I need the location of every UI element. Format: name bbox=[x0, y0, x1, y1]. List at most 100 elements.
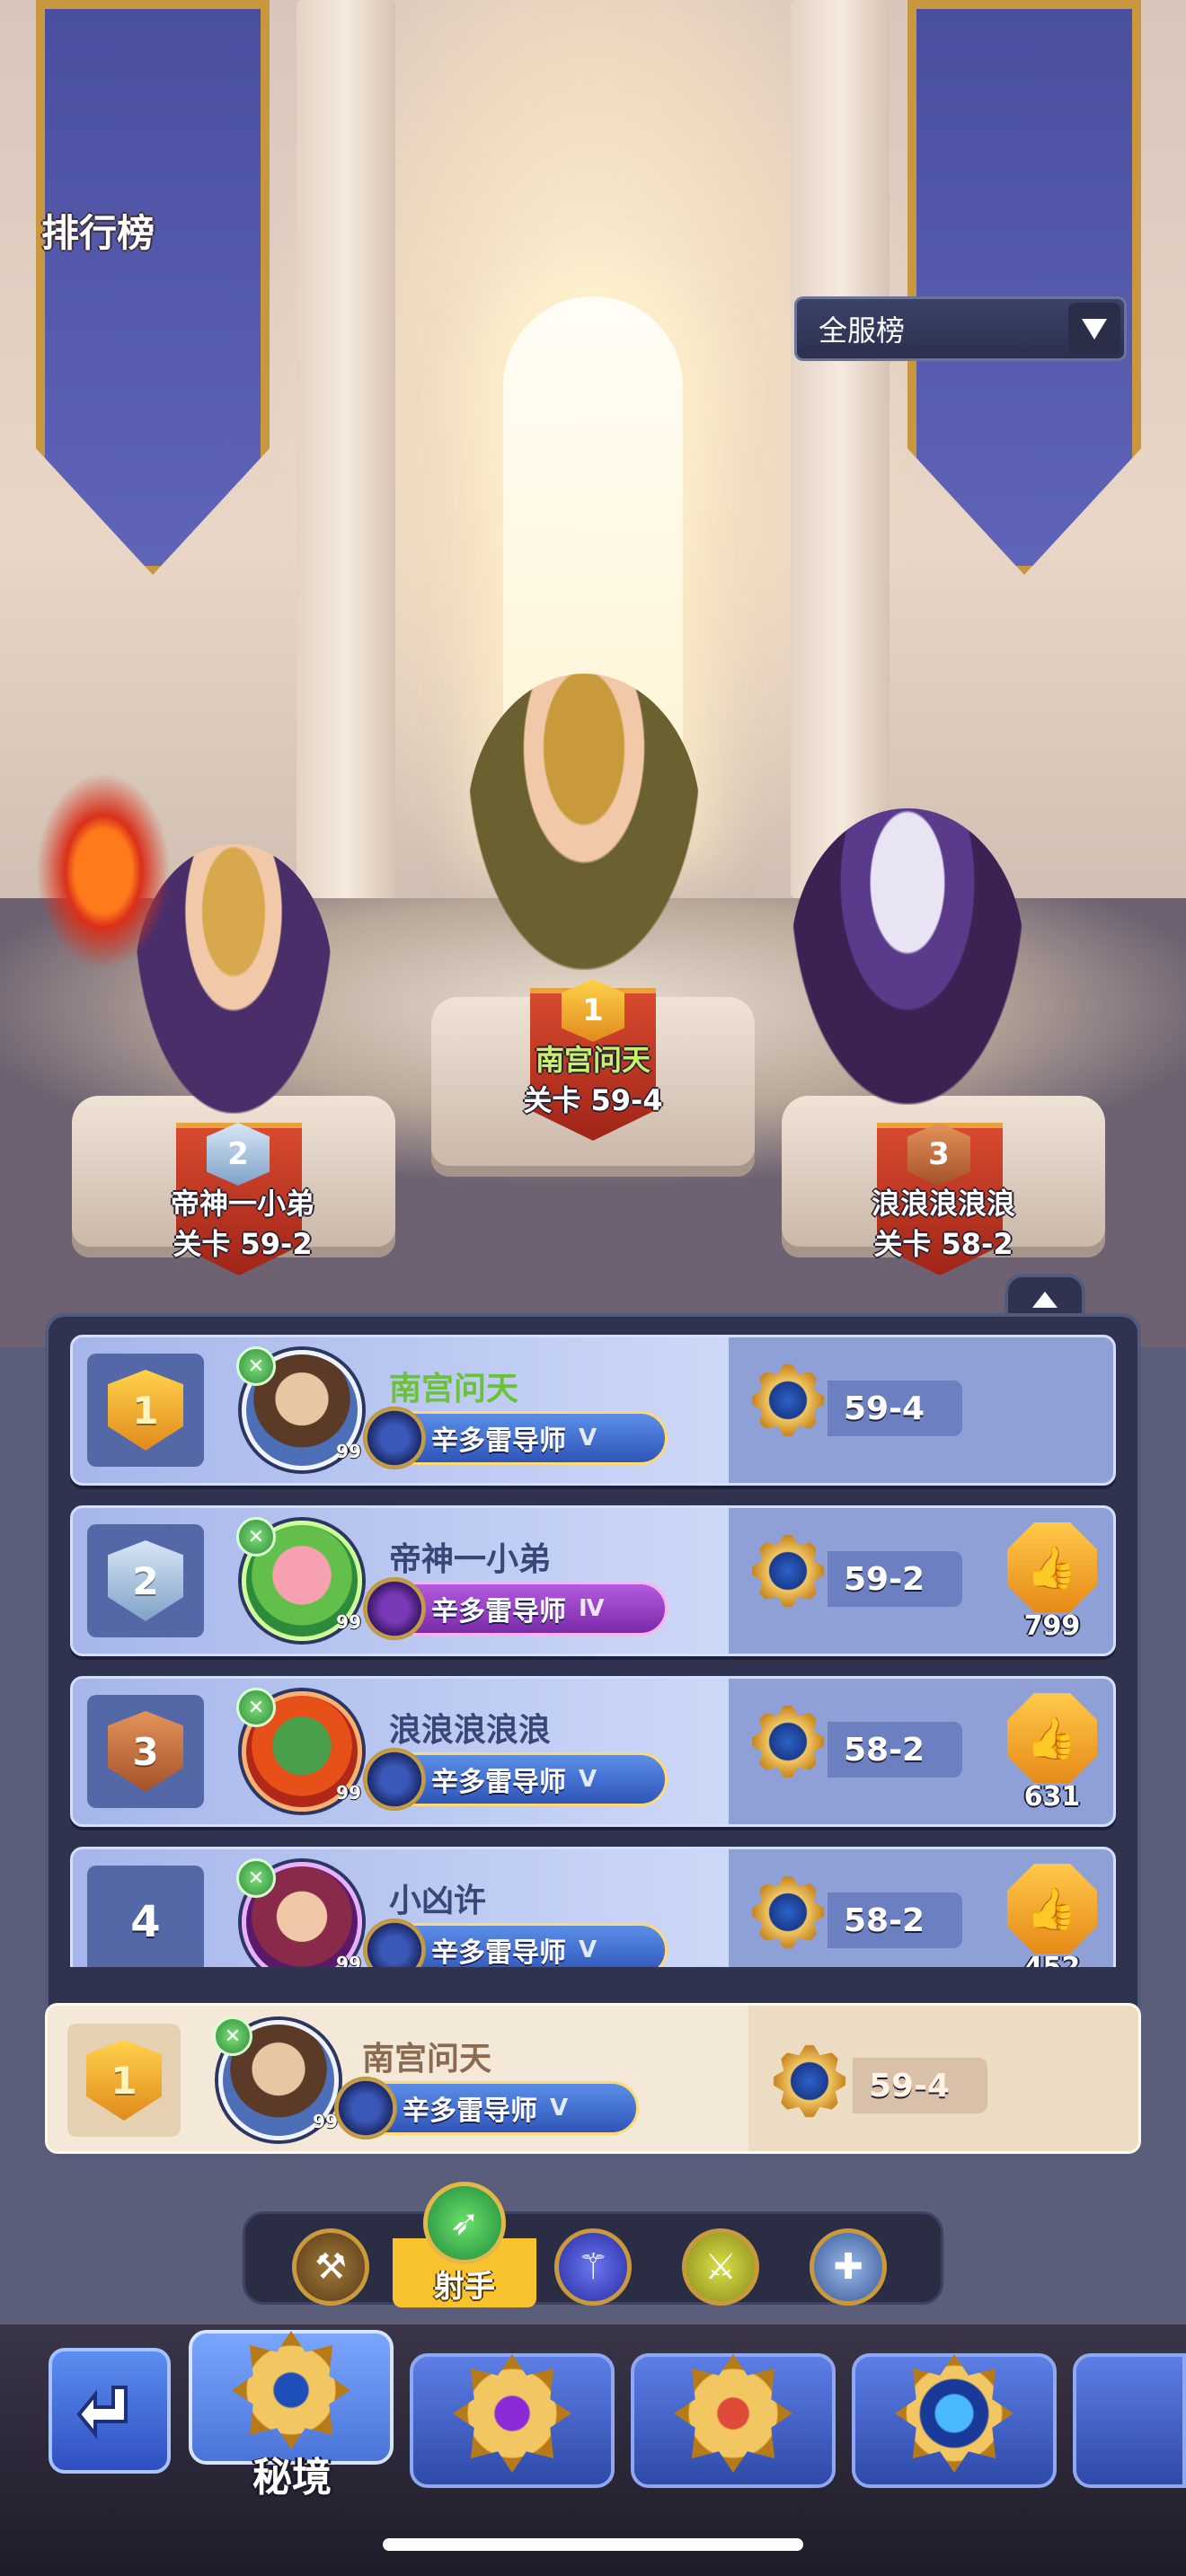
title-emblem-icon bbox=[363, 1407, 426, 1469]
rank-badge-bronze: 3 bbox=[108, 1711, 183, 1792]
class-tab-label: 射手 bbox=[434, 2269, 495, 2305]
stage-value: 59-4 bbox=[828, 1381, 962, 1436]
purple-eye-emblem-icon bbox=[453, 2354, 571, 2473]
title-name: 辛多雷导师 bbox=[431, 1596, 566, 1628]
title-emblem-icon bbox=[334, 2077, 397, 2139]
rank-box: 3 bbox=[87, 1695, 204, 1808]
title-name: 辛多雷导师 bbox=[431, 1937, 566, 1967]
class-tab-archer[interactable]: ➶ 射手 bbox=[393, 2182, 536, 2307]
avatar-level: 99 bbox=[336, 1441, 361, 1462]
class-filter-bar: ⚒ ➶ 射手 ⚚ ⚔ ✚ bbox=[243, 2182, 943, 2307]
title-badge: 辛多雷导师 Ⅴ bbox=[363, 1407, 668, 1469]
back-button[interactable] bbox=[49, 2348, 171, 2474]
blue-star-emblem-icon bbox=[895, 2354, 1013, 2473]
title-badge: 辛多雷导师 Ⅴ bbox=[363, 1748, 668, 1811]
my-rank-row[interactable]: 1 99 ✕ 南宫问天 辛多雷导师 Ⅴ 59-4 bbox=[45, 2003, 1141, 2154]
rank-box: 1 bbox=[67, 2024, 181, 2137]
server-dropdown[interactable]: 全服榜 bbox=[794, 296, 1127, 361]
rank-badge-gold: 1 bbox=[108, 1370, 183, 1451]
archer-class-icon: ✕ bbox=[236, 1688, 276, 1727]
mage-staff-icon[interactable]: ⚚ bbox=[554, 2228, 632, 2306]
title-tier: Ⅳ bbox=[579, 1595, 605, 1622]
archer-class-icon: ✕ bbox=[236, 1346, 276, 1386]
archer-class-icon: ✕ bbox=[236, 1517, 276, 1557]
player-name: 小凶许 bbox=[389, 1883, 487, 1919]
like-count: 452 bbox=[998, 1952, 1106, 1967]
hero-figure-1[interactable] bbox=[467, 674, 701, 970]
title-badge: 辛多雷导师 Ⅴ bbox=[334, 2077, 639, 2139]
thumbs-up-icon[interactable]: 👍 bbox=[1007, 1864, 1097, 1954]
page-title: 排行榜 bbox=[41, 211, 155, 255]
back-arrow-icon bbox=[76, 2386, 128, 2439]
chevron-down-icon[interactable] bbox=[1068, 303, 1120, 355]
podium-stage-3: 关卡 58-2 bbox=[873, 1227, 1013, 1261]
avatar-level: 99 bbox=[336, 1611, 361, 1633]
stage-value: 59-2 bbox=[828, 1551, 962, 1607]
title-tier: Ⅴ bbox=[579, 1936, 597, 1963]
like-count: 631 bbox=[1023, 1781, 1081, 1813]
podium-stage-1: 关卡 59-4 bbox=[523, 1083, 663, 1117]
leaderboard-list[interactable]: 1 99 ✕ 南宫问天 辛多雷导师 Ⅴ 59-4 2 99 ✕ 帝神一小弟 辛多… bbox=[70, 1335, 1116, 1967]
like-count: 799 bbox=[1023, 1610, 1081, 1642]
rank-box: 2 bbox=[87, 1524, 204, 1637]
title-name: 辛多雷导师 bbox=[403, 2095, 537, 2127]
avatar-level: 99 bbox=[336, 1953, 361, 1967]
sword-icon[interactable]: ⚔ bbox=[682, 2228, 759, 2306]
stage-value: 59-4 bbox=[853, 2058, 987, 2113]
player-name: 南宫问天 bbox=[362, 2041, 492, 2078]
rank-box: 1 bbox=[87, 1354, 204, 1467]
archer-class-icon: ✕ bbox=[236, 1858, 276, 1898]
tab-purple-eye[interactable] bbox=[410, 2353, 615, 2488]
warrior-icon[interactable]: ⚒ bbox=[292, 2228, 369, 2306]
podium-entry-3: 浪浪浪浪浪 关卡 58-2 bbox=[809, 1184, 1078, 1265]
podium-stage-2: 关卡 59-2 bbox=[173, 1227, 313, 1261]
table-row[interactable]: 2 99 ✕ 帝神一小弟 辛多雷导师 Ⅳ 59-2 👍 799 bbox=[70, 1505, 1116, 1656]
pillar bbox=[296, 0, 395, 898]
archer-icon: ➶ bbox=[423, 2182, 506, 2264]
secret-realm-emblem-icon bbox=[232, 2331, 350, 2449]
server-dropdown-value: 全服榜 bbox=[819, 313, 906, 348]
tab-blue-star[interactable] bbox=[852, 2353, 1057, 2488]
fire-wings bbox=[36, 772, 171, 970]
title-name: 辛多雷导师 bbox=[431, 1767, 566, 1798]
player-name: 南宫问天 bbox=[389, 1371, 519, 1407]
thumbs-up-icon[interactable]: 👍 bbox=[1007, 1522, 1097, 1612]
rank-number: 4 bbox=[130, 1897, 161, 1947]
title-name: 辛多雷导师 bbox=[431, 1425, 566, 1457]
podium-name-3: 浪浪浪浪浪 bbox=[871, 1187, 1015, 1221]
title-tier: Ⅴ bbox=[579, 1425, 597, 1451]
rank-box: 4 bbox=[87, 1866, 204, 1967]
title-badge: 辛多雷导师 Ⅳ bbox=[363, 1577, 668, 1640]
title-emblem-icon bbox=[363, 1919, 426, 1967]
stage-value: 58-2 bbox=[828, 1722, 962, 1778]
title-emblem-icon bbox=[363, 1577, 426, 1640]
table-row[interactable]: 3 99 ✕ 浪浪浪浪浪 辛多雷导师 Ⅴ 58-2 👍 631 bbox=[70, 1676, 1116, 1827]
stage-emblem-icon bbox=[745, 1528, 831, 1614]
title-tier: Ⅴ bbox=[550, 2095, 569, 2122]
podium-name-2: 帝神一小弟 bbox=[170, 1187, 314, 1221]
stage-emblem-icon bbox=[745, 1698, 831, 1785]
right-banner bbox=[907, 0, 1141, 575]
stage-emblem-icon bbox=[745, 1357, 831, 1443]
player-name: 浪浪浪浪浪 bbox=[389, 1712, 552, 1749]
pillar bbox=[791, 0, 890, 898]
tab-secret-realm-label: 秘境 bbox=[252, 2455, 332, 2501]
table-row[interactable]: 4 99 ✕ 小凶许 辛多雷导师 Ⅴ 58-2 👍 452 bbox=[70, 1847, 1116, 1967]
title-badge: 辛多雷导师 Ⅴ bbox=[363, 1919, 668, 1967]
rank-badge-gold: 1 bbox=[86, 2040, 162, 2121]
podium-entry-2: 帝神一小弟 关卡 59-2 bbox=[108, 1184, 377, 1265]
player-name: 帝神一小弟 bbox=[389, 1541, 552, 1578]
rank-badge-silver: 2 bbox=[108, 1540, 183, 1621]
arena-background bbox=[0, 0, 1186, 1347]
chevron-up-icon bbox=[1032, 1292, 1058, 1308]
tab-more[interactable] bbox=[1073, 2353, 1186, 2488]
stage-value: 58-2 bbox=[828, 1892, 962, 1948]
hero-figure-3[interactable] bbox=[791, 808, 1024, 1105]
home-indicator[interactable] bbox=[383, 2538, 803, 2551]
tab-crown[interactable] bbox=[631, 2353, 836, 2488]
title-emblem-icon bbox=[363, 1748, 426, 1811]
thumbs-up-icon[interactable]: 👍 bbox=[1007, 1693, 1097, 1783]
healer-icon[interactable]: ✚ bbox=[810, 2228, 887, 2306]
podium-name-1: 南宫问天 bbox=[535, 1043, 651, 1077]
table-row[interactable]: 1 99 ✕ 南宫问天 辛多雷导师 Ⅴ 59-4 bbox=[70, 1335, 1116, 1486]
